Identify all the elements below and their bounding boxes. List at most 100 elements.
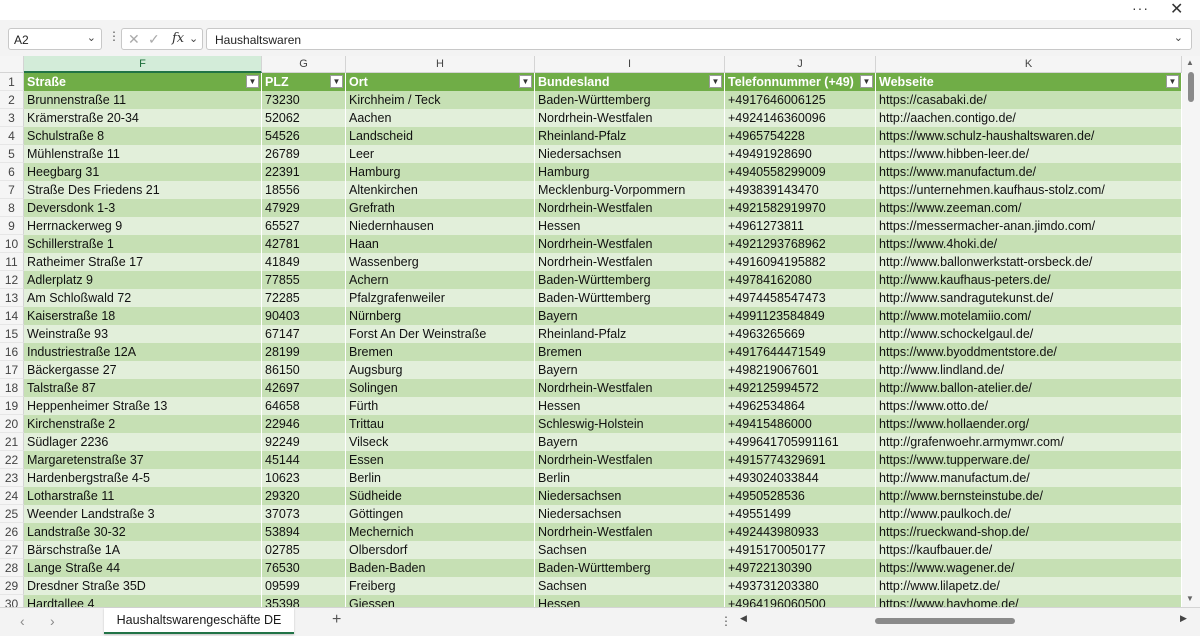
table-cell[interactable]: +4921582919970 [725,199,876,217]
table-cell[interactable]: Wassenberg [346,253,535,271]
insert-function-icon[interactable]: fx [172,31,184,46]
table-cell[interactable]: +4965754228 [725,127,876,145]
column-header-2[interactable]: H [346,56,535,73]
filter-dropdown-icon[interactable]: ▼ [330,75,343,88]
table-cell[interactable]: http://www.ballonwerkstatt-orsbeck.de/ [876,253,1182,271]
next-sheet-icon[interactable]: › [50,613,55,629]
row-number[interactable]: 15 [0,325,24,343]
row-number[interactable]: 18 [0,379,24,397]
table-cell[interactable]: Ratheimer Straße 17 [24,253,262,271]
table-cell[interactable]: 73230 [262,91,346,109]
table-cell[interactable]: Landscheid [346,127,535,145]
table-cell[interactable]: Augsburg [346,361,535,379]
filter-dropdown-icon[interactable]: ▼ [709,75,722,88]
table-cell[interactable]: https://www.wagener.de/ [876,559,1182,577]
name-box[interactable]: A2 ⌄ [8,28,102,50]
formula-bar-options-icon[interactable]: ⋮ [108,29,120,43]
header-cell[interactable]: Ort ▼ [346,73,535,91]
table-cell[interactable]: https://www.4hoki.de/ [876,235,1182,253]
table-cell[interactable]: 22946 [262,415,346,433]
table-cell[interactable]: Achern [346,271,535,289]
table-cell[interactable]: +4921293768962 [725,235,876,253]
table-cell[interactable]: 10623 [262,469,346,487]
vertical-scroll-thumb[interactable] [1188,72,1194,102]
table-cell[interactable]: Baden-Württemberg [535,271,725,289]
row-number[interactable]: 26 [0,523,24,541]
filter-dropdown-icon[interactable]: ▼ [1166,75,1179,88]
table-cell[interactable]: +4962534864 [725,397,876,415]
table-cell[interactable]: Talstraße 87 [24,379,262,397]
table-cell[interactable]: Landstraße 30-32 [24,523,262,541]
table-cell[interactable]: Bäckergasse 27 [24,361,262,379]
table-cell[interactable]: Heppenheimer Straße 13 [24,397,262,415]
table-cell[interactable]: http://grafenwoehr.armymwr.com/ [876,433,1182,451]
table-cell[interactable]: Trittau [346,415,535,433]
table-cell[interactable]: +499641705991161 [725,433,876,451]
row-number[interactable]: 28 [0,559,24,577]
horizontal-scroll-thumb[interactable] [875,618,1015,624]
table-cell[interactable]: Sachsen [535,541,725,559]
table-cell[interactable]: https://www.zeeman.com/ [876,199,1182,217]
table-cell[interactable]: Niedersachsen [535,505,725,523]
row-number[interactable]: 8 [0,199,24,217]
table-cell[interactable]: Nordrhein-Westfalen [535,109,725,127]
table-cell[interactable]: Mechernich [346,523,535,541]
table-cell[interactable]: Bremen [535,343,725,361]
table-cell[interactable]: Nürnberg [346,307,535,325]
table-cell[interactable]: Rheinland-Pfalz [535,127,725,145]
row-number[interactable]: 20 [0,415,24,433]
table-cell[interactable]: +4915774329691 [725,451,876,469]
table-cell[interactable]: Südlager 2236 [24,433,262,451]
name-box-dropdown-icon[interactable]: ⌄ [87,31,96,44]
table-cell[interactable]: https://casabaki.de/ [876,91,1182,109]
close-icon[interactable]: ✕ [1170,0,1183,19]
formula-input[interactable]: Haushaltswaren ⌄ [206,28,1192,50]
table-cell[interactable]: Mecklenburg-Vorpommern [535,181,725,199]
table-cell[interactable]: 26789 [262,145,346,163]
table-cell[interactable]: Bayern [535,307,725,325]
filter-dropdown-icon[interactable]: ▼ [246,75,259,88]
table-cell[interactable]: Giessen [346,595,535,607]
table-cell[interactable]: Hessen [535,397,725,415]
table-cell[interactable]: Baden-Württemberg [535,91,725,109]
table-cell[interactable]: https://unternehmen.kaufhaus-stolz.com/ [876,181,1182,199]
table-cell[interactable]: Krämerstraße 20-34 [24,109,262,127]
table-cell[interactable]: Margaretenstraße 37 [24,451,262,469]
table-cell[interactable]: Heegbarg 31 [24,163,262,181]
table-cell[interactable]: Solingen [346,379,535,397]
table-cell[interactable]: Nordrhein-Westfalen [535,235,725,253]
table-cell[interactable]: 76530 [262,559,346,577]
table-cell[interactable]: +4961273811 [725,217,876,235]
table-cell[interactable]: Vilseck [346,433,535,451]
table-cell[interactable]: 77855 [262,271,346,289]
table-cell[interactable]: 29320 [262,487,346,505]
row-number[interactable]: 10 [0,235,24,253]
table-cell[interactable]: +493024033844 [725,469,876,487]
table-cell[interactable]: 92249 [262,433,346,451]
row-number[interactable]: 27 [0,541,24,559]
table-cell[interactable]: http://www.sandragutekunst.de/ [876,289,1182,307]
select-all-corner[interactable] [0,56,24,73]
table-cell[interactable]: Herrnackerweg 9 [24,217,262,235]
row-number[interactable]: 12 [0,271,24,289]
table-cell[interactable]: Hardenbergstraße 4-5 [24,469,262,487]
row-number[interactable]: 30 [0,595,24,607]
table-cell[interactable]: Brunnenstraße 11 [24,91,262,109]
table-cell[interactable]: Nordrhein-Westfalen [535,199,725,217]
spreadsheet-grid[interactable]: FGHIJK 1 Straße ▼ PLZ ▼ Ort ▼ Bundesland ▼ Telefo… [0,56,1200,607]
scroll-up-icon[interactable]: ▲ [1186,58,1194,67]
table-cell[interactable]: https://rueckwand-shop.de/ [876,523,1182,541]
table-cell[interactable]: 52062 [262,109,346,127]
table-cell[interactable]: Niedersachsen [535,145,725,163]
table-cell[interactable]: Schillerstraße 1 [24,235,262,253]
previous-sheet-icon[interactable]: ‹ [20,613,25,629]
filter-dropdown-icon[interactable]: ▼ [860,75,873,88]
header-cell[interactable]: Webseite ▼ [876,73,1182,91]
row-number[interactable]: 29 [0,577,24,595]
row-number[interactable]: 16 [0,343,24,361]
scroll-right-icon[interactable]: ▶ [1180,613,1187,624]
table-cell[interactable]: http://www.lilapetz.de/ [876,577,1182,595]
table-cell[interactable]: Rheinland-Pfalz [535,325,725,343]
column-header-3[interactable]: I [535,56,725,73]
table-cell[interactable]: Bayern [535,433,725,451]
